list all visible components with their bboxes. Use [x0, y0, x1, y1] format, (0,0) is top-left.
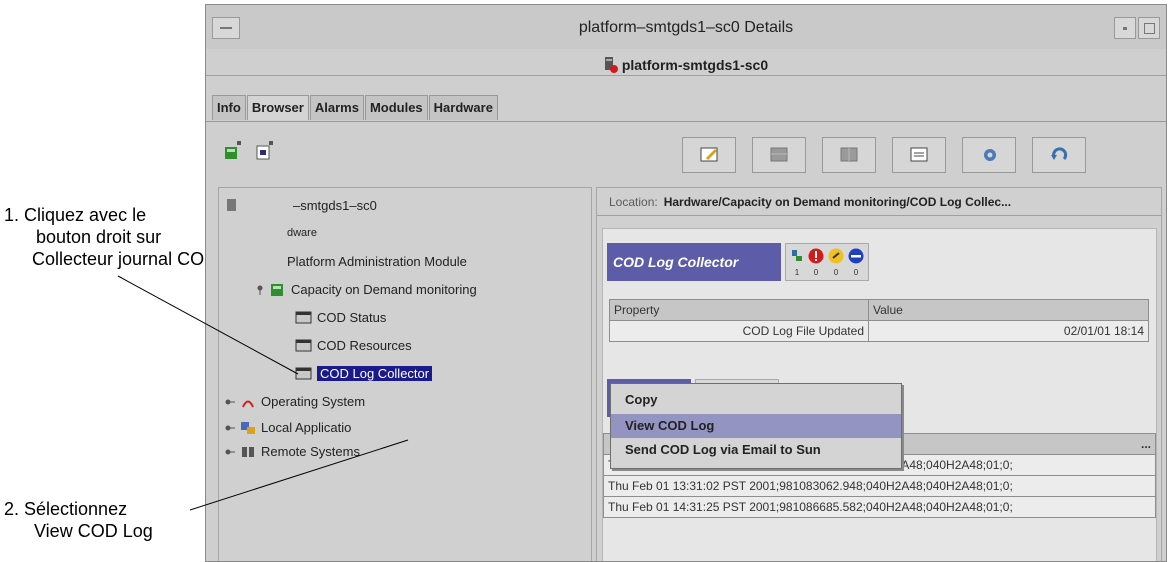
callout-step-1-line-3: Collecteur journal COD	[32, 249, 218, 269]
tree-node-root[interactable]: –smtgds1–sc0	[225, 196, 377, 216]
minimize-button[interactable]	[1114, 17, 1136, 39]
table-icon	[295, 339, 312, 352]
maximize-button[interactable]	[1138, 17, 1160, 39]
table-row[interactable]: Thu Feb 01 13:31:02 PST 2001;981083062.9…	[603, 475, 1156, 497]
status-critical-icon	[808, 248, 824, 264]
details-window: platform–smtgds1–sc0 Details platform-sm…	[205, 4, 1167, 562]
status-critical-count: 0	[813, 268, 819, 277]
tab-modules[interactable]: Modules	[364, 95, 428, 120]
tree-node-platform-admin[interactable]: Platform Administration Module	[287, 252, 467, 272]
tab-divider	[206, 121, 1166, 122]
browser-tree: –smtgds1–sc0 dware Platform Administrati…	[218, 187, 592, 561]
status-warning-icon	[828, 248, 844, 264]
status-disabled-icon	[848, 248, 864, 264]
tree-node-local-applications-label: Local Applicatio	[261, 420, 352, 435]
log-entry: Thu Feb 01 14:31:25 PST 2001;981086685.5…	[603, 496, 1156, 518]
callout-step-1-line-1: 1. Cliquez avec le	[4, 205, 147, 225]
column-header-value[interactable]: Value	[868, 299, 1149, 321]
toolbar-grid-button[interactable]	[752, 137, 806, 173]
collapsed-icon[interactable]	[225, 397, 235, 407]
value-cell: 02/01/01 18:14	[868, 320, 1149, 342]
toolbar-table-button[interactable]	[822, 137, 876, 173]
tree-detail-icon[interactable]	[254, 139, 280, 163]
properties-icon	[910, 147, 928, 162]
status-disabled-count: 0	[853, 268, 859, 277]
column-header-property[interactable]: Property	[609, 299, 869, 321]
tree-node-cod-log-collector[interactable]: COD Log Collector	[295, 364, 433, 384]
table-row[interactable]: COD Log File Updated 02/01/01 18:14	[609, 320, 1149, 342]
column-more-label[interactable]: ...	[1141, 437, 1151, 451]
table-icon	[295, 311, 312, 324]
host-name: platform-smtgds1-sc0	[621, 57, 769, 73]
tab-info[interactable]: Info	[212, 95, 246, 120]
collector-header: COD Log Collector	[607, 243, 781, 281]
tree-node-capacity[interactable]: Capacity on Demand monitoring	[255, 280, 477, 300]
table-icon	[840, 147, 858, 162]
applications-icon	[241, 422, 255, 435]
host-icon	[227, 199, 236, 212]
callout-step-2-line-1: 2. Sélectionnez	[4, 499, 128, 519]
location-bar: Location: Hardware/Capacity on Demand mon…	[597, 188, 1161, 216]
menu-item-send-cod-log[interactable]: Send COD Log via Email to Sun	[611, 438, 901, 462]
host-header: platform-smtgds1-sc0	[206, 49, 1166, 76]
tab-browser[interactable]: Browser	[246, 95, 309, 120]
tree-node-cod-resources-label: COD Resources	[317, 338, 412, 353]
toolbar-properties-button[interactable]	[892, 137, 946, 173]
tree-node-platform-admin-label: Platform Administration Module	[287, 254, 467, 269]
collector-status-summary: 1 0 0 0	[785, 243, 869, 281]
operating-system-icon	[242, 400, 254, 408]
toolbar-refresh-button[interactable]	[1032, 137, 1086, 173]
callout-step-2-line-2: View COD Log	[34, 521, 153, 541]
log-entry: Thu Feb 01 13:31:02 PST 2001;981083062.9…	[603, 475, 1156, 497]
menu-item-copy[interactable]: Copy	[611, 388, 901, 412]
title-bar[interactable]: platform–smtgds1–sc0 Details	[206, 5, 1166, 50]
tab-hardware[interactable]: Hardware	[428, 95, 498, 120]
status-warning-count: 0	[833, 268, 839, 277]
tree-open-icon[interactable]	[222, 139, 248, 163]
tree-node-local-applications[interactable]: Local Applicatio	[225, 418, 351, 438]
grid-icon	[770, 147, 788, 162]
status-ok-icon	[792, 250, 802, 261]
host-alarm-icon	[604, 57, 618, 73]
context-menu: Copy View COD Log Send COD Log via Email…	[610, 383, 902, 469]
location-key: Location:	[609, 195, 658, 209]
table-row[interactable]: Thu Feb 01 14:31:25 PST 2001;981086685.5…	[603, 496, 1156, 518]
tree-node-remote-systems[interactable]: Remote Systems	[225, 442, 360, 462]
tree-node-operating-system-label: Operating System	[261, 394, 366, 409]
callout-step-1: 1. Cliquez avec le bouton droit sur Coll…	[4, 204, 217, 270]
callout-step-2: 2. Sélectionnez View COD Log	[4, 498, 153, 542]
table-icon	[295, 367, 312, 380]
location-path: Hardware/Capacity on Demand monitoring/C…	[663, 195, 1012, 209]
tree-node-cod-log-collector-label: COD Log Collector	[317, 366, 433, 381]
property-cell: COD Log File Updated	[609, 320, 869, 342]
tree-node-cod-status-label: COD Status	[317, 310, 387, 325]
tree-node-root-label: –smtgds1–sc0	[293, 198, 377, 213]
tree-node-operating-system[interactable]: Operating System	[225, 392, 365, 412]
remote-systems-icon	[242, 447, 254, 458]
tree-node-cod-resources[interactable]: COD Resources	[295, 336, 412, 356]
tab-bar: Info Browser Alarms Modules Hardware	[212, 95, 499, 121]
edit-icon	[700, 147, 718, 162]
status-ok-count: 1	[794, 268, 800, 277]
callout-step-1-line-2: bouton droit sur	[36, 227, 162, 247]
settings-icon	[984, 149, 996, 161]
collapsed-icon[interactable]	[225, 423, 235, 433]
tree-node-hardware[interactable]: dware	[287, 223, 317, 243]
expanded-icon[interactable]	[255, 285, 265, 295]
tree-node-hardware-label: dware	[287, 227, 317, 239]
detail-panel: Location: Hardware/Capacity on Demand mon…	[596, 187, 1162, 561]
window-title: platform–smtgds1–sc0 Details	[578, 19, 794, 36]
tree-node-capacity-label: Capacity on Demand monitoring	[291, 282, 477, 297]
refresh-icon	[1051, 147, 1068, 161]
tab-alarms[interactable]: Alarms	[309, 95, 364, 120]
collapsed-icon[interactable]	[225, 447, 235, 457]
menu-item-view-cod-log[interactable]: View COD Log	[611, 414, 901, 438]
tree-node-remote-systems-label: Remote Systems	[261, 444, 360, 459]
toolbar-settings-button[interactable]	[962, 137, 1016, 173]
tree-node-cod-status[interactable]: COD Status	[295, 308, 386, 328]
toolbar-edit-button[interactable]	[682, 137, 736, 173]
collector-property-table: Property Value COD Log File Updated 02/0…	[609, 299, 1149, 342]
module-icon	[271, 284, 283, 297]
